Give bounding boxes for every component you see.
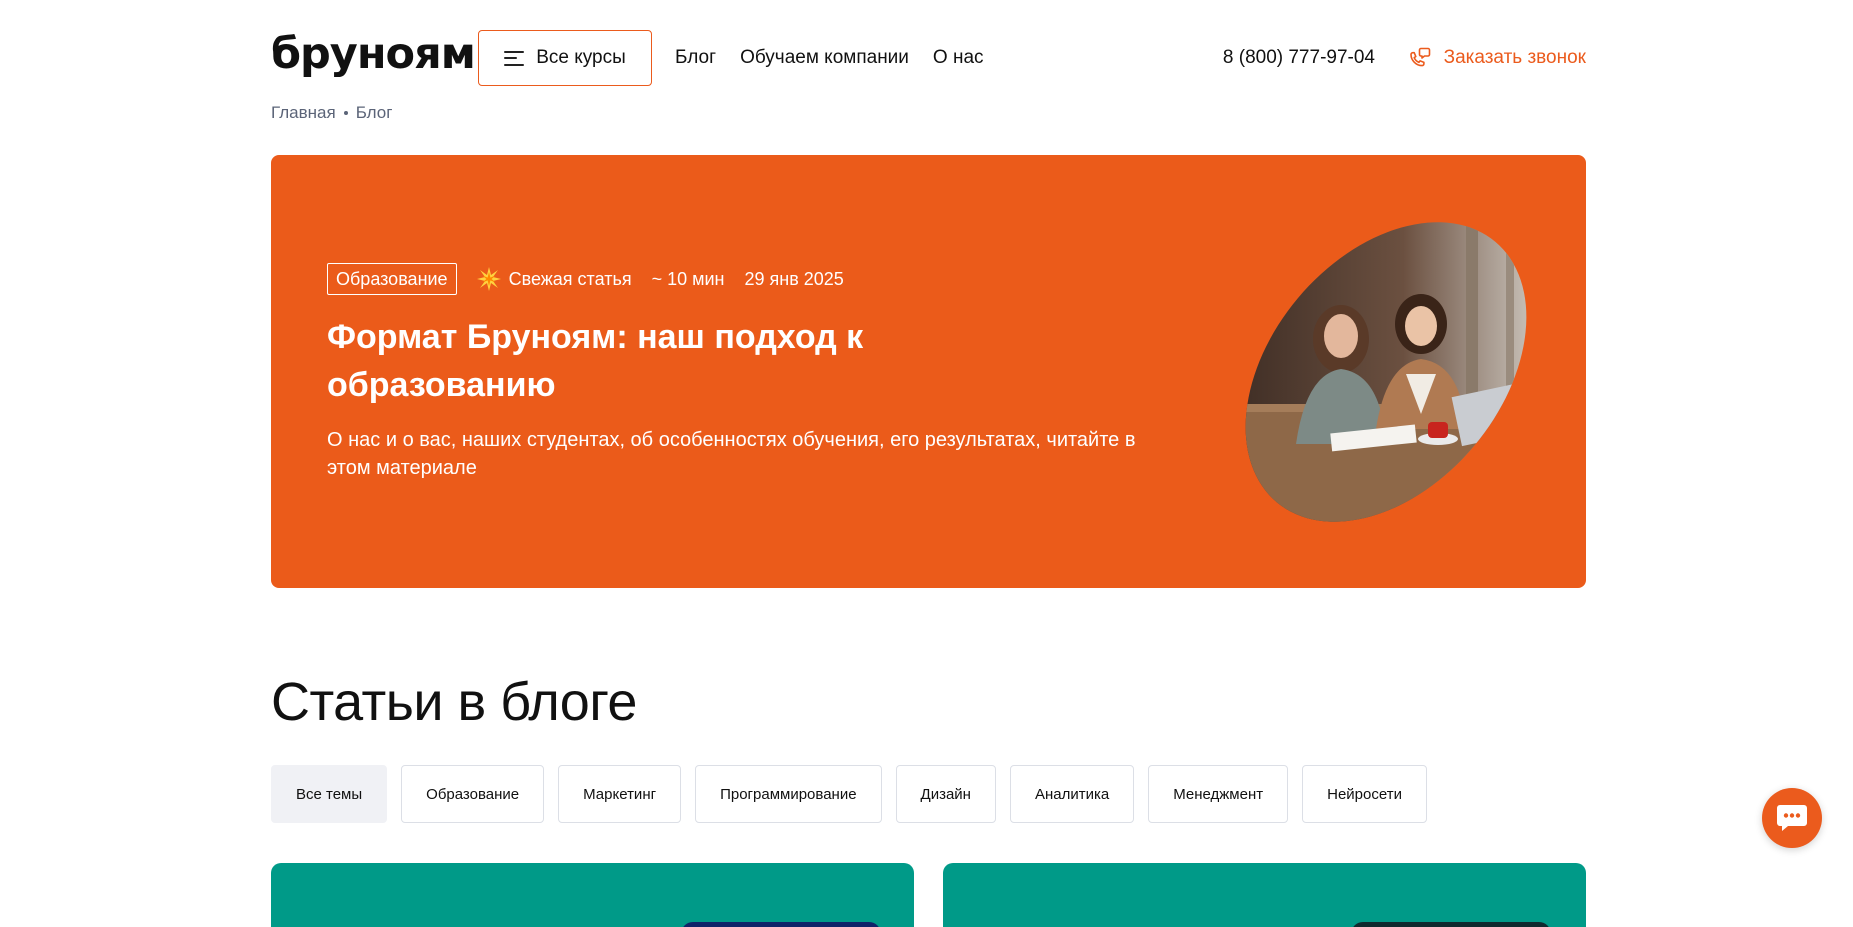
nav-about[interactable]: О нас: [933, 47, 984, 69]
category-tag[interactable]: Образование: [327, 263, 457, 295]
logo[interactable]: бруноям: [271, 29, 476, 79]
callback-link[interactable]: Заказать звонок: [1406, 29, 1586, 87]
spark-icon: [476, 267, 501, 291]
breadcrumb: Главная Блог: [271, 103, 392, 123]
filter-education[interactable]: Образование: [401, 765, 545, 823]
article-title[interactable]: Формат Бруноям: наш подход к образованию: [327, 313, 1027, 409]
publish-date: 29 янв 2025: [744, 268, 844, 289]
breadcrumb-separator: [343, 111, 348, 115]
fresh-label: Свежая статья: [508, 268, 632, 289]
breadcrumb-home[interactable]: Главная: [271, 103, 336, 123]
chat-button[interactable]: [1762, 788, 1822, 848]
blog-section-title: Статьи в блоге: [271, 672, 637, 732]
card-image: [1351, 922, 1551, 927]
filter-programming[interactable]: Программирование: [695, 765, 882, 823]
burger-icon: [504, 50, 525, 66]
nav-blog[interactable]: Блог: [675, 47, 716, 69]
callback-label: Заказать звонок: [1443, 47, 1586, 68]
nav-companies[interactable]: Обучаем компании: [740, 47, 909, 69]
topic-filters: Все темы Образование Маркетинг Программи…: [271, 765, 1427, 823]
breadcrumb-current: Блог: [355, 103, 393, 122]
chat-icon: [1777, 805, 1807, 831]
site-header: бруноям Все курсы Блог Обучаем компании …: [271, 29, 1586, 87]
filter-marketing[interactable]: Маркетинг: [558, 765, 682, 823]
filter-analytics[interactable]: Аналитика: [1009, 765, 1135, 823]
article-card[interactable]: [943, 863, 1586, 927]
fresh-badge: Свежая статья: [476, 267, 632, 291]
filter-all[interactable]: Все темы: [271, 765, 388, 823]
all-courses-label: Все курсы: [536, 47, 626, 68]
phone-number[interactable]: 8 (800) 777-97-04: [1223, 29, 1375, 87]
article-meta: Образование Свежая статья ~ 10 мин 29 ян…: [327, 263, 844, 295]
featured-article[interactable]: Образование Свежая статья ~ 10 мин 29 ян…: [271, 155, 1586, 588]
filter-management[interactable]: Менеджмент: [1148, 765, 1289, 823]
article-card[interactable]: [271, 863, 914, 927]
all-courses-button[interactable]: Все курсы: [478, 30, 652, 86]
main-nav: Блог Обучаем компании О нас: [675, 29, 984, 87]
article-image: [1216, 214, 1556, 530]
filter-design[interactable]: Дизайн: [895, 765, 996, 823]
filter-ai[interactable]: Нейросети: [1302, 765, 1427, 823]
card-image: [681, 922, 881, 927]
read-time: ~ 10 мин: [651, 268, 725, 289]
phone-chat-icon: [1409, 47, 1430, 67]
article-description: О нас и о вас, наших студентах, об особе…: [327, 429, 1136, 479]
